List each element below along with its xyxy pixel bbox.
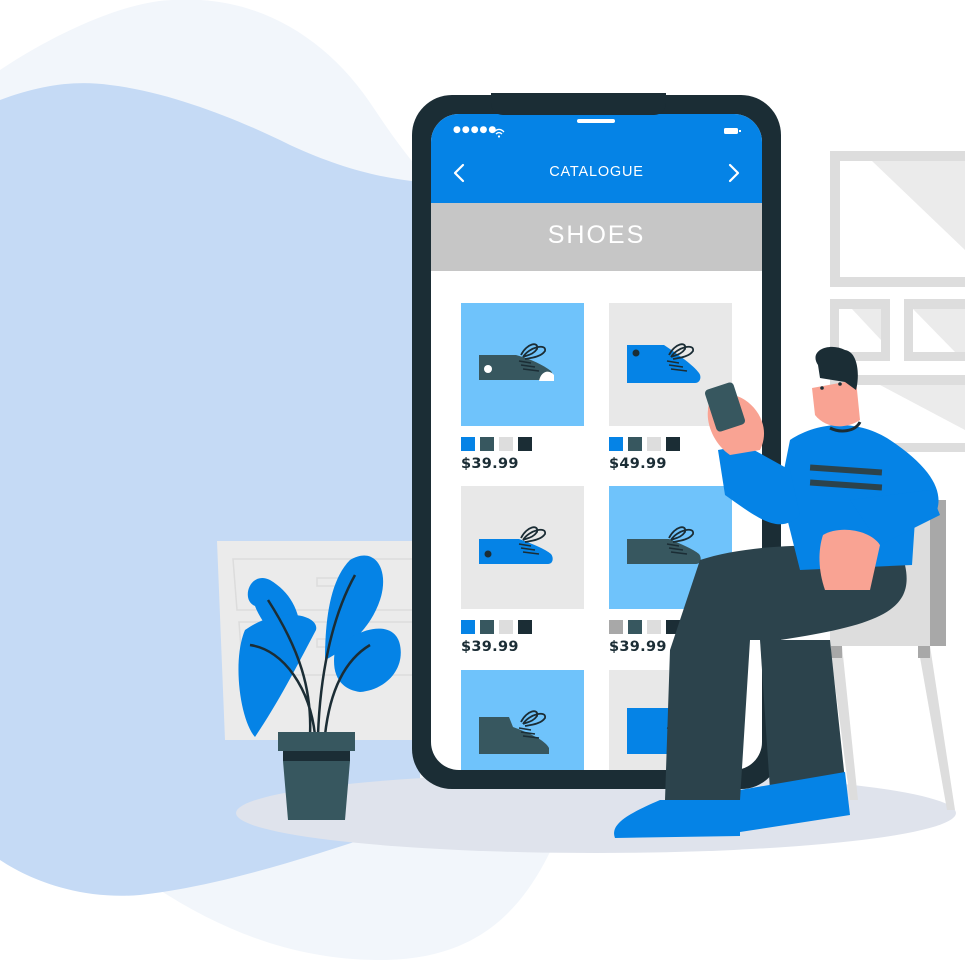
phone-notch [491, 93, 666, 115]
pot-rim [278, 732, 355, 751]
pot-body [283, 761, 350, 820]
man-character [614, 346, 940, 838]
phone-speaker [577, 119, 615, 123]
potted-plant [238, 555, 401, 820]
illustration-scene: ●●●●● CATALOGUE SHOES $39.99 $49.99 $39.99… [0, 0, 965, 977]
foreground-illustration [238, 346, 955, 838]
